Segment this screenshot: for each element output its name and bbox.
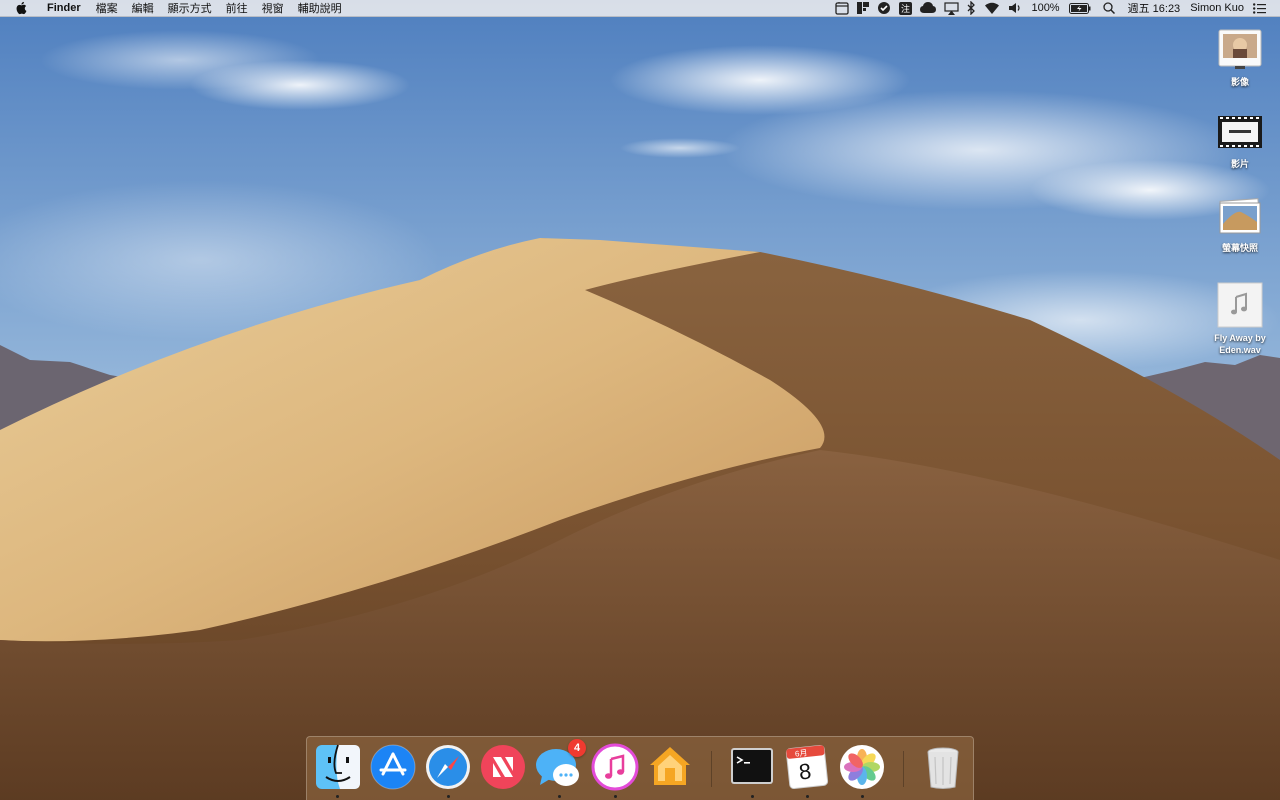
user-name[interactable]: Simon Kuo <box>1185 2 1249 14</box>
dock-terminal[interactable] <box>728 743 776 791</box>
airplay-icon[interactable] <box>940 0 963 16</box>
terminal-icon <box>728 743 776 791</box>
menu-edit[interactable]: 編輯 <box>125 0 161 16</box>
dock-messages[interactable]: 4 <box>534 739 586 791</box>
creative-cloud-icon[interactable] <box>916 0 940 16</box>
unread-badge: 4 <box>568 739 586 757</box>
photos-icon <box>838 743 886 791</box>
notes-icon[interactable] <box>831 0 853 16</box>
flipboard-icon[interactable] <box>853 0 873 16</box>
menu-file[interactable]: 檔案 <box>89 0 125 16</box>
dock-itunes[interactable] <box>591 743 639 791</box>
spotlight-icon[interactable] <box>1095 0 1123 16</box>
bluetooth-icon[interactable] <box>963 0 980 16</box>
itunes-icon <box>591 743 639 791</box>
calendar-icon: 6月 8 <box>783 743 831 791</box>
calendar-day: 8 <box>797 758 813 785</box>
clock[interactable]: 週五 16:23 <box>1123 0 1186 16</box>
running-indicator <box>861 795 864 798</box>
finder-icon <box>314 743 362 791</box>
dock-news[interactable] <box>479 743 527 791</box>
video-file-icon <box>1217 112 1263 154</box>
screenshot-folder-icon <box>1217 198 1263 238</box>
image-folder-icon <box>1217 26 1263 72</box>
notification-center-icon[interactable] <box>1249 0 1270 16</box>
running-indicator <box>558 795 561 798</box>
dictionary-icon[interactable]: 注 <box>895 0 916 16</box>
running-indicator <box>614 795 617 798</box>
running-indicator <box>336 795 339 798</box>
safari-icon <box>424 743 472 791</box>
dock-finder[interactable] <box>314 743 362 791</box>
menu-app-name[interactable]: Finder <box>41 0 89 16</box>
news-icon <box>479 743 527 791</box>
dock-trash[interactable] <box>919 743 967 791</box>
dock: 4 6月 8 <box>306 736 974 800</box>
dock-calendar[interactable]: 6月 8 <box>783 743 831 791</box>
desktop-item-videos[interactable]: 影片 <box>1200 112 1280 170</box>
volume-icon[interactable] <box>1004 0 1026 16</box>
desktop-item-images[interactable]: 影像 <box>1200 26 1280 88</box>
vpn-icon[interactable] <box>873 0 895 16</box>
dock-photos[interactable] <box>838 743 886 791</box>
running-indicator <box>751 795 754 798</box>
running-indicator <box>806 795 809 798</box>
dock-separator <box>711 751 712 787</box>
audio-file-icon <box>1217 282 1263 328</box>
menu-bar: Finder 檔案 編輯 顯示方式 前往 視窗 輔助說明 注 100% 週五 1… <box>0 0 1280 17</box>
svg-text:注: 注 <box>901 3 910 15</box>
menu-help[interactable]: 輔助說明 <box>291 0 349 16</box>
menu-view[interactable]: 顯示方式 <box>161 0 219 16</box>
battery-percentage: 100% <box>1031 2 1060 14</box>
apple-menu-icon[interactable] <box>15 1 31 15</box>
running-indicator <box>447 795 450 798</box>
home-icon <box>646 743 694 791</box>
dock-app-store[interactable] <box>369 743 417 791</box>
dock-separator <box>903 751 904 787</box>
menu-go[interactable]: 前往 <box>219 0 255 16</box>
menu-window[interactable]: 視窗 <box>255 0 291 16</box>
desktop-wallpaper <box>0 0 1280 800</box>
battery-icon[interactable] <box>1065 0 1095 16</box>
desktop-item-audio-file[interactable]: Fly Away by Eden.wav <box>1200 282 1280 356</box>
app-store-icon <box>369 743 417 791</box>
wifi-icon[interactable] <box>980 0 1004 16</box>
dock-safari[interactable] <box>424 743 472 791</box>
dock-home[interactable] <box>646 743 694 791</box>
desktop-item-screenshots[interactable]: 螢幕快照 <box>1200 198 1280 254</box>
trash-icon <box>919 743 967 791</box>
